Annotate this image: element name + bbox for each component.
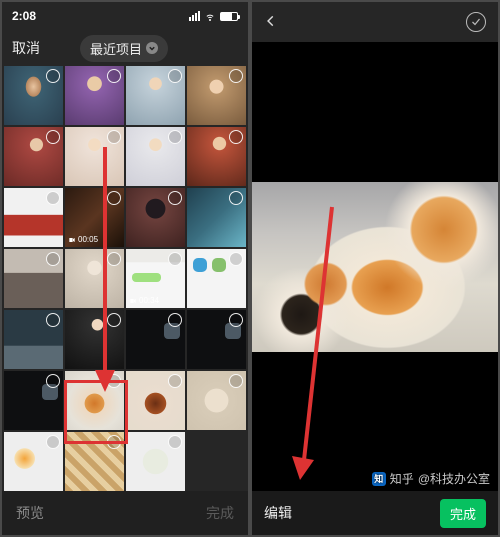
photo-picker-screen: 2:08 取消 最近项目 — [2, 2, 248, 535]
photo-thumbnail[interactable] — [65, 249, 124, 308]
status-bar: 2:08 — [2, 2, 248, 30]
select-ring-icon[interactable] — [107, 69, 121, 83]
select-ring-icon[interactable] — [107, 313, 121, 327]
status-indicators — [189, 10, 238, 22]
select-ring-icon[interactable] — [107, 374, 121, 388]
photo-thumbnail[interactable] — [4, 127, 63, 186]
video-badge: 00:34 — [129, 296, 159, 305]
photo-thumbnail[interactable] — [4, 310, 63, 369]
picker-bottom-bar: 预览 完成 — [2, 491, 248, 535]
photo-thumbnail[interactable] — [187, 371, 246, 430]
photo-thumbnail[interactable] — [187, 66, 246, 125]
photo-thumbnail[interactable] — [126, 310, 185, 369]
done-button-disabled: 完成 — [206, 503, 234, 523]
select-toggle[interactable] — [466, 12, 486, 32]
video-icon — [68, 236, 76, 244]
select-ring-icon[interactable] — [168, 252, 182, 266]
select-ring-icon[interactable] — [46, 191, 60, 205]
watermark-brand: 知乎 — [390, 470, 414, 487]
preview-viewport[interactable] — [252, 42, 498, 491]
photo-grid: 00:05 00:34 — [2, 66, 248, 491]
photo-thumbnail[interactable] — [187, 127, 246, 186]
photo-thumbnail[interactable] — [126, 127, 185, 186]
select-ring-icon[interactable] — [107, 130, 121, 144]
video-thumbnail[interactable]: 00:34 — [126, 249, 185, 308]
photo-thumbnail[interactable] — [187, 249, 246, 308]
select-ring-icon[interactable] — [229, 252, 243, 266]
video-thumbnail[interactable]: 00:05 — [65, 188, 124, 247]
photo-thumbnail[interactable] — [65, 310, 124, 369]
chevron-down-icon — [146, 42, 158, 54]
album-title: 最近项目 — [90, 39, 142, 58]
photo-thumbnail[interactable] — [126, 188, 185, 247]
select-ring-icon[interactable] — [168, 69, 182, 83]
select-ring-icon[interactable] — [229, 191, 243, 205]
photo-thumbnail[interactable] — [126, 371, 185, 430]
select-ring-icon[interactable] — [46, 435, 60, 449]
select-ring-icon[interactable] — [168, 191, 182, 205]
watermark-author: @科技办公室 — [418, 470, 490, 487]
preview-bottom-bar: 编辑 完成 — [252, 491, 498, 535]
select-ring-icon[interactable] — [168, 313, 182, 327]
select-ring-icon[interactable] — [46, 130, 60, 144]
select-ring-icon[interactable] — [229, 69, 243, 83]
photo-thumbnail[interactable] — [65, 66, 124, 125]
select-ring-icon[interactable] — [229, 374, 243, 388]
photo-thumbnail[interactable] — [4, 371, 63, 430]
select-ring-icon[interactable] — [107, 435, 121, 449]
status-time: 2:08 — [12, 9, 36, 23]
cellular-icon — [189, 11, 200, 21]
album-selector[interactable]: 最近项目 — [80, 35, 168, 62]
select-ring-icon[interactable] — [168, 435, 182, 449]
preview-button[interactable]: 预览 — [16, 503, 44, 523]
preview-nav-bar — [252, 2, 498, 42]
photo-thumbnail[interactable] — [187, 310, 246, 369]
select-ring-icon[interactable] — [107, 252, 121, 266]
wifi-icon — [204, 10, 216, 22]
select-ring-icon[interactable] — [107, 191, 121, 205]
select-ring-icon[interactable] — [46, 69, 60, 83]
back-button[interactable] — [264, 12, 278, 33]
done-button[interactable]: 完成 — [440, 499, 486, 528]
select-ring-icon[interactable] — [46, 252, 60, 266]
photo-thumbnail[interactable] — [65, 432, 124, 491]
video-duration: 00:34 — [139, 296, 159, 305]
photo-thumbnail[interactable] — [4, 66, 63, 125]
cancel-button[interactable]: 取消 — [12, 38, 40, 58]
select-ring-icon[interactable] — [229, 130, 243, 144]
chevron-left-icon — [264, 14, 278, 28]
photo-thumbnail[interactable] — [126, 432, 185, 491]
photo-thumbnail[interactable] — [4, 432, 63, 491]
select-ring-icon[interactable] — [168, 130, 182, 144]
photo-thumbnail[interactable] — [65, 127, 124, 186]
edit-button[interactable]: 编辑 — [264, 503, 292, 523]
select-ring-icon[interactable] — [46, 313, 60, 327]
select-ring-icon[interactable] — [168, 374, 182, 388]
preview-image — [252, 182, 498, 352]
check-icon — [470, 16, 482, 28]
watermark: 知 知乎 @科技办公室 — [372, 470, 490, 487]
video-duration: 00:05 — [78, 235, 98, 244]
battery-icon — [220, 12, 238, 21]
picker-nav-bar: 取消 最近项目 — [2, 30, 248, 66]
photo-thumbnail[interactable] — [187, 188, 246, 247]
photo-thumbnail[interactable] — [4, 188, 63, 247]
video-badge: 00:05 — [68, 235, 98, 244]
select-ring-icon[interactable] — [46, 374, 60, 388]
photo-thumbnail[interactable] — [65, 371, 124, 430]
photo-thumbnail[interactable] — [126, 66, 185, 125]
zhihu-logo-icon: 知 — [372, 472, 386, 486]
photo-thumbnail[interactable] — [4, 249, 63, 308]
select-ring-icon[interactable] — [229, 313, 243, 327]
video-icon — [129, 297, 137, 305]
image-preview-screen: 编辑 完成 知 知乎 @科技办公室 — [252, 2, 498, 535]
